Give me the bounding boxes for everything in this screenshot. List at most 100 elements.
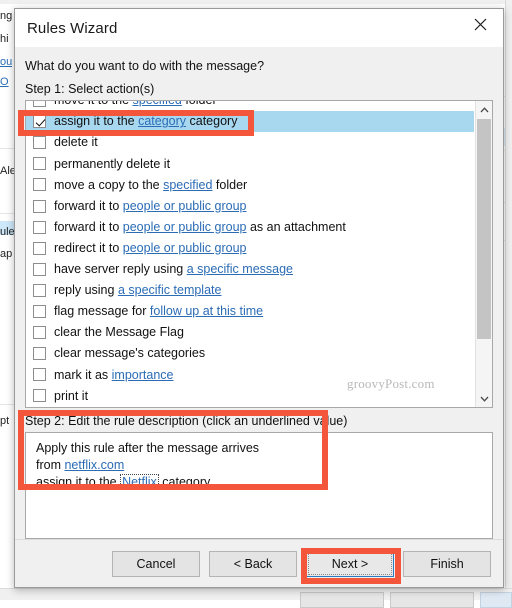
rule-description-line: assign it to the Netflix category [36, 474, 482, 491]
next-button[interactable]: Next > [306, 551, 394, 577]
action-link-value[interactable]: people or public group [123, 220, 247, 234]
actions-scrollbar[interactable] [475, 101, 492, 407]
checkbox-icon[interactable] [33, 221, 46, 234]
rule-description-box[interactable]: Apply this rule after the message arrive… [25, 432, 493, 539]
scrollbar-thumb[interactable] [477, 119, 491, 339]
action-text: clear message's categories [54, 346, 205, 360]
checkbox-icon[interactable] [33, 100, 46, 107]
background-text: hi [0, 33, 9, 45]
action-label: move a copy to the specified folder [54, 179, 247, 192]
checkbox-icon[interactable] [33, 326, 46, 339]
action-text: assign it to the [54, 114, 138, 128]
action-link-value[interactable]: people or public group [123, 241, 247, 255]
checkbox-icon[interactable] [33, 242, 46, 255]
background-divider-1 [0, 148, 14, 149]
action-link-value[interactable]: follow up at this time [150, 304, 263, 318]
action-row[interactable]: flag message for follow up at this time [26, 301, 474, 322]
checkbox-icon[interactable] [33, 347, 46, 360]
action-text: forward it to [54, 220, 123, 234]
cancel-button[interactable]: Cancel [112, 551, 200, 577]
action-label: reply using a specific template [54, 284, 221, 297]
background-button-2[interactable] [390, 592, 474, 608]
chevron-up-icon[interactable] [476, 101, 492, 118]
checkbox-icon[interactable] [33, 136, 46, 149]
action-text: forward it to [54, 199, 123, 213]
action-link-value[interactable]: category [138, 114, 186, 128]
rule-text: from [36, 458, 64, 472]
action-link-value[interactable]: a specific template [118, 283, 222, 297]
action-text: permanently delete it [54, 157, 170, 171]
action-text: category [186, 114, 237, 128]
action-row[interactable]: print it [26, 385, 474, 406]
chevron-down-icon[interactable] [476, 390, 492, 407]
rule-selected-value[interactable]: Netflix [120, 474, 159, 490]
checkbox-icon[interactable] [33, 178, 46, 191]
action-label: redirect it to people or public group [54, 242, 246, 255]
action-row[interactable]: delete it [26, 132, 474, 153]
back-button[interactable]: < Back [209, 551, 297, 577]
question-label: What do you want to do with the message? [25, 59, 493, 73]
action-row[interactable]: assign it to the category category [26, 111, 474, 132]
rule-text: category [159, 475, 210, 489]
checkbox-icon[interactable] [33, 368, 46, 381]
action-label: delete it [54, 136, 98, 149]
action-row[interactable]: forward it to people or public group [26, 195, 474, 216]
rule-description-lines: Apply this rule after the message arrive… [36, 440, 482, 491]
action-label: forward it to people or public group [54, 200, 246, 213]
action-text: move a copy to the [54, 178, 163, 192]
dialog-titlebar: Rules Wizard [15, 9, 503, 47]
action-text: folder [212, 178, 247, 192]
checkbox-icon[interactable] [33, 305, 46, 318]
action-row[interactable]: permanently delete it [26, 153, 474, 174]
action-row[interactable]: have server reply using a specific messa… [26, 259, 474, 280]
background-button-3[interactable] [480, 592, 512, 608]
action-text: mark it as [54, 368, 112, 382]
action-text: delete it [54, 135, 98, 149]
background-text: ng [0, 10, 12, 22]
action-text: reply using [54, 283, 118, 297]
background-divider-3 [0, 404, 14, 405]
actions-listbox[interactable]: move it to the specified folder assign it… [25, 100, 493, 408]
action-link-value[interactable]: people or public group [123, 199, 247, 213]
background-text: O [0, 76, 9, 88]
action-link-value[interactable]: specified [163, 178, 212, 192]
checkbox-icon[interactable] [33, 263, 46, 276]
action-row[interactable]: redirect it to people or public group [26, 238, 474, 259]
action-row[interactable]: reply using a specific template [26, 280, 474, 301]
checkbox-icon[interactable] [33, 157, 46, 170]
checkbox-checked-icon[interactable] [33, 115, 46, 128]
action-row[interactable]: move it to the specified folder [26, 100, 474, 111]
action-text: have server reply using [54, 262, 187, 276]
checkbox-icon[interactable] [33, 200, 46, 213]
step2-label: Step 2: Edit the rule description (click… [25, 414, 493, 428]
rule-text: Apply this rule after the message arrive… [36, 441, 259, 455]
background-button-1[interactable] [300, 592, 384, 608]
action-label: permanently delete it [54, 158, 170, 171]
background-text: pt [0, 415, 9, 427]
rule-link-value[interactable]: netflix.com [64, 458, 124, 472]
rule-description-line: Apply this rule after the message arrive… [36, 440, 482, 457]
action-row[interactable]: clear message's categories [26, 343, 474, 364]
action-label: clear message's categories [54, 347, 205, 360]
rule-text: assign it to the [36, 475, 120, 489]
action-label: move it to the specified folder [54, 100, 217, 107]
close-icon[interactable] [457, 9, 503, 39]
background-right-edge [505, 0, 512, 588]
action-label: mark it as importance [54, 369, 174, 382]
action-row[interactable]: play a sound [26, 406, 474, 408]
action-row[interactable]: clear the Message Flag [26, 322, 474, 343]
action-link-value[interactable]: importance [112, 368, 174, 382]
checkbox-icon[interactable] [33, 389, 46, 402]
finish-button[interactable]: Finish [403, 551, 491, 577]
action-text: move it to the [54, 100, 133, 107]
checkbox-icon[interactable] [33, 284, 46, 297]
action-row[interactable]: mark it as importance [26, 364, 474, 385]
action-text: redirect it to [54, 241, 123, 255]
action-text: clear the Message Flag [54, 325, 184, 339]
action-link-value[interactable]: a specific message [187, 262, 293, 276]
action-row[interactable]: move a copy to the specified folder [26, 174, 474, 195]
action-row[interactable]: forward it to people or public group as … [26, 217, 474, 238]
action-label: have server reply using a specific messa… [54, 263, 293, 276]
action-link-value[interactable]: specified [133, 100, 182, 107]
action-label: flag message for follow up at this time [54, 305, 263, 318]
